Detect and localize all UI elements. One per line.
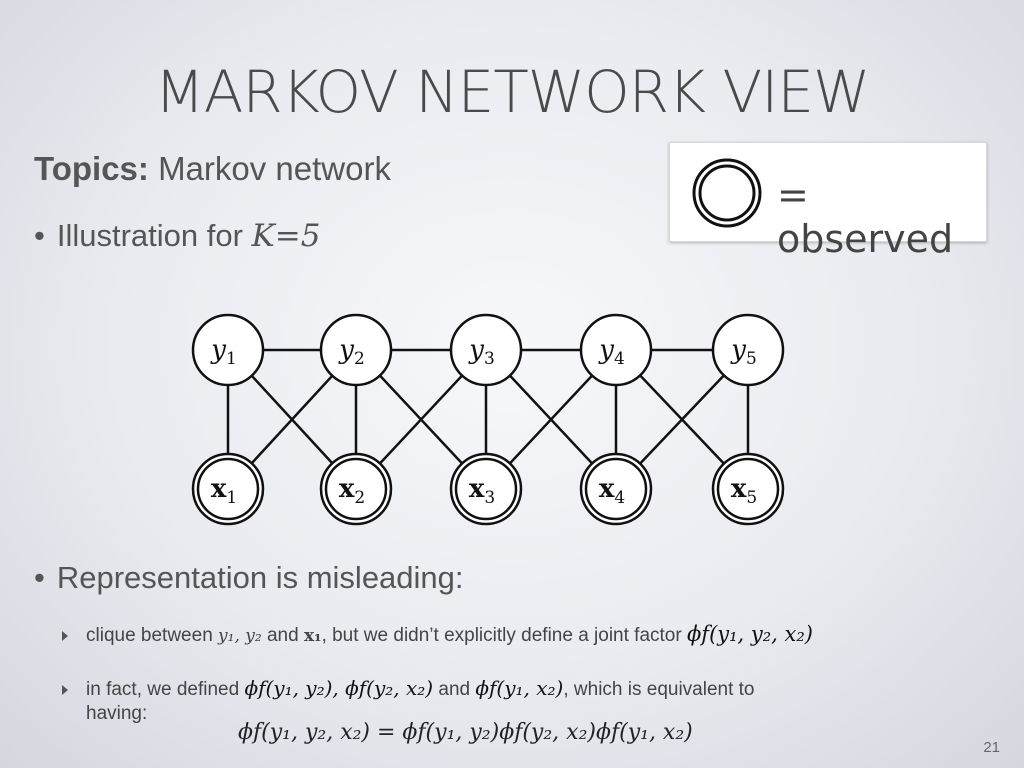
sub1-text-b: and	[266, 625, 299, 646]
markov-network-diagram: y1 y2 y3 y4 y5 x1 x2 x3 x4 x5	[191, 313, 785, 526]
triangle-bullet-icon	[62, 630, 68, 641]
node-y2: y2	[319, 313, 393, 387]
bullet-representation-text: Representation is misleading:	[56, 560, 464, 595]
node-x4: x4	[579, 452, 653, 526]
sub2-text-a: in fact, we defined	[86, 679, 240, 700]
sub2-text-c: , which is equivalent to	[563, 679, 755, 700]
node-x2: x2	[319, 452, 393, 526]
bullet-dot: •	[34, 560, 45, 595]
sub2-math-a: ϕf(y₁, y₂), ϕf(y₂, x₂)	[244, 676, 434, 700]
node-y5: y5	[711, 313, 785, 387]
node-y3: y3	[449, 313, 523, 387]
sub1-math-b: x₁	[303, 626, 322, 646]
sub2-text-d: having:	[86, 703, 148, 724]
node-x3: x3	[449, 452, 523, 526]
sub1-text-a: clique between	[86, 625, 213, 646]
triangle-bullet-icon	[62, 684, 68, 695]
sub-bullet-defined: in fact, we defined ϕf(y₁, y₂), ϕf(y₂, x…	[62, 676, 962, 726]
factor-equation: ϕf(y₁, y₂, x₂) = ϕf(y₁, y₂)ϕf(y₂, x₂)ϕf(…	[238, 720, 693, 745]
sub1-text-c: , but we didn’t explicitly define a join…	[321, 625, 682, 646]
sub1-math-a: y₁, y₂	[218, 626, 262, 646]
node-y1: y1	[191, 313, 265, 387]
sub2-text-b: and	[438, 679, 471, 700]
sub2-math-b: ϕf(y₁, x₂)	[475, 676, 564, 700]
sub1-math-c: ϕf(y₁, y₂, x₂)	[686, 622, 813, 646]
sub-bullet-clique: clique between y₁, y₂ and x₁, but we did…	[62, 622, 813, 648]
bullet-representation: • Representation is misleading:	[34, 560, 464, 596]
node-x1: x1	[191, 452, 265, 526]
node-x5: x5	[711, 452, 785, 526]
node-y4: y4	[579, 313, 653, 387]
page-number: 21	[983, 739, 1000, 756]
